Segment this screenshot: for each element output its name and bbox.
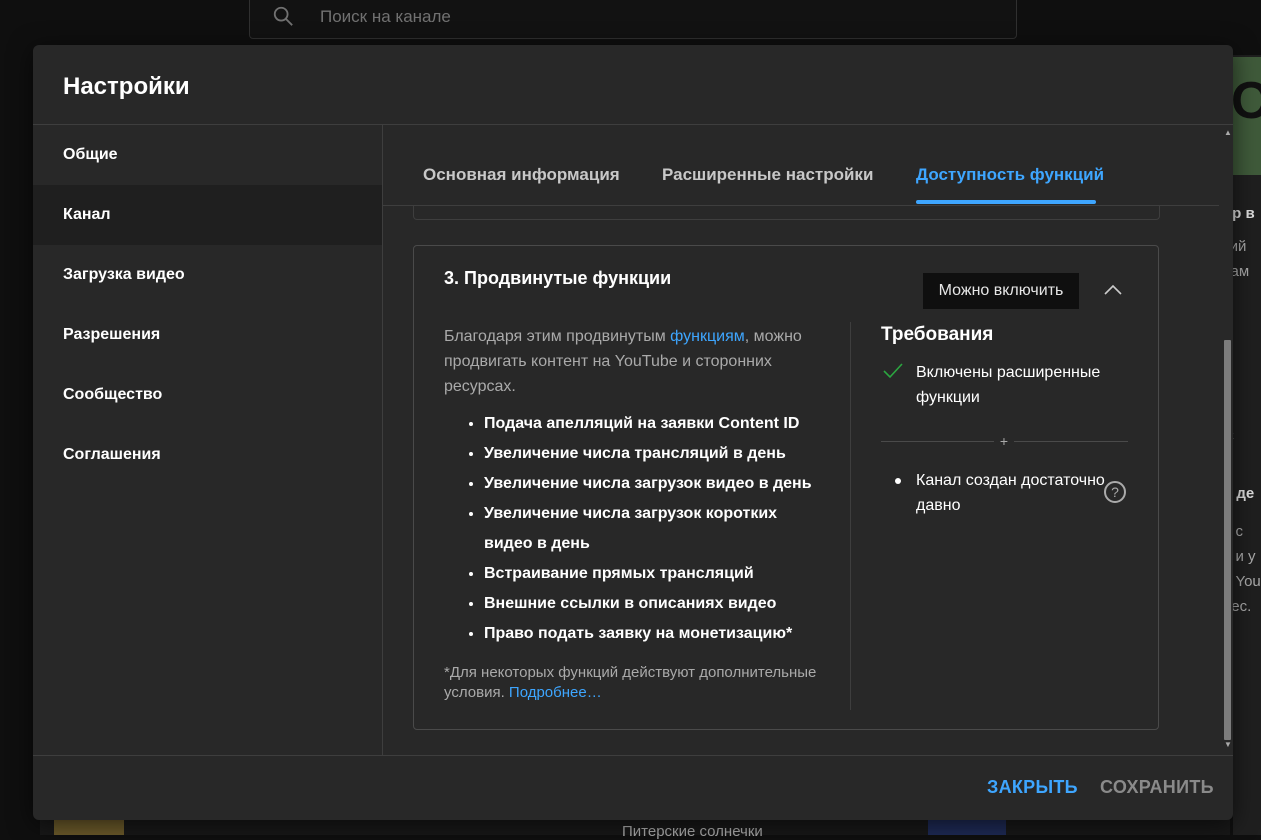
column-divider bbox=[850, 322, 851, 710]
plus-icon: + bbox=[994, 430, 1014, 452]
features-description: Благодаря этим продвинутым функциям, мож… bbox=[444, 324, 824, 703]
list-item: Подача апелляций на заявки Content ID bbox=[484, 409, 824, 439]
sidebar-item-permissions[interactable]: Разрешения bbox=[33, 305, 382, 365]
background-thumbnail bbox=[54, 818, 124, 835]
list-item: Встраивание прямых трансляций bbox=[484, 559, 824, 589]
card-title: 3. Продвинутые функции bbox=[444, 268, 672, 288]
dialog-title: Настройки bbox=[63, 73, 190, 100]
status-badge: Можно включить bbox=[923, 273, 1079, 309]
background-text: н You bbox=[1233, 573, 1261, 590]
features-link[interactable]: функциям bbox=[670, 328, 745, 345]
list-item: Увеличение числа трансляций в день bbox=[484, 439, 824, 469]
background-text: а и у bbox=[1233, 548, 1256, 565]
requirements-panel: Требования Включены расширенные функции … bbox=[881, 324, 1131, 518]
sidebar-item-agreements[interactable]: Соглашения bbox=[33, 425, 382, 485]
background-thumbnail bbox=[928, 818, 1006, 835]
channel-search-box[interactable]: Поиск на канале bbox=[249, 0, 1017, 39]
background-text: р де bbox=[1233, 485, 1255, 502]
scroll-down-arrow-icon[interactable]: ▼ bbox=[1224, 740, 1232, 749]
sidebar-item-channel[interactable]: Канал bbox=[33, 185, 382, 245]
requirement-label: Канал создан достаточно давно bbox=[916, 472, 1105, 514]
help-icon[interactable]: ? bbox=[1104, 481, 1126, 503]
sidebar-item-general[interactable]: Общие bbox=[33, 125, 382, 185]
search-icon bbox=[273, 6, 293, 26]
learn-more-link[interactable]: Подробнее… bbox=[509, 684, 602, 701]
scrollbar[interactable]: ▲ ▼ bbox=[1223, 125, 1233, 755]
tab-basic-info[interactable]: Основная информация bbox=[423, 165, 620, 185]
footnote: *Для некоторых функций действуют дополни… bbox=[444, 663, 824, 703]
requirement-pending: Канал создан достаточно давно ? bbox=[881, 468, 1131, 518]
advanced-features-card: 3. Продвинутые функции Можно включить Бл… bbox=[413, 245, 1159, 730]
footer-divider bbox=[33, 755, 1233, 756]
footnote-text: *Для некоторых функций действуют дополни… bbox=[444, 664, 817, 701]
requirements-separator: + bbox=[881, 430, 1131, 452]
background-side-content: O ор в кий сам С р де о с а и у н You не… bbox=[1233, 55, 1261, 835]
settings-sidebar: Общие Канал Загрузка видео Разрешения Со… bbox=[33, 125, 383, 755]
background-text: кий bbox=[1233, 238, 1247, 255]
settings-main: Основная информация Расширенные настройк… bbox=[383, 125, 1233, 755]
list-item: Увеличение числа загрузок видео в день bbox=[484, 469, 824, 499]
sidebar-item-upload-defaults[interactable]: Загрузка видео bbox=[33, 245, 382, 305]
scrollbar-thumb[interactable] bbox=[1224, 340, 1231, 740]
background-text: о с bbox=[1233, 523, 1244, 540]
search-placeholder: Поиск на канале bbox=[320, 7, 451, 26]
background-video-title: Питерские солнечки bbox=[622, 823, 763, 840]
previous-section-card bbox=[413, 206, 1160, 220]
requirement-label: Включены расширенные функции bbox=[916, 364, 1101, 406]
background-text: сам bbox=[1233, 263, 1250, 280]
scroll-up-arrow-icon[interactable]: ▲ bbox=[1224, 128, 1232, 137]
active-tab-indicator bbox=[916, 200, 1096, 204]
requirement-met: Включены расширенные функции bbox=[881, 360, 1131, 410]
intro-text: Благодаря этим продвинутым функциям, мож… bbox=[444, 324, 824, 399]
tab-bar: Основная информация Расширенные настройк… bbox=[383, 125, 1219, 206]
tab-feature-eligibility[interactable]: Доступность функций bbox=[916, 165, 1104, 185]
background-text: нес. bbox=[1233, 598, 1252, 615]
chevron-up-icon[interactable] bbox=[1102, 279, 1124, 301]
list-item: Увеличение числа загрузок коротких видео… bbox=[484, 499, 824, 559]
background-text: ор в bbox=[1233, 205, 1255, 222]
list-item: Право подать заявку на монетизацию* bbox=[484, 619, 824, 649]
tab-advanced-settings[interactable]: Расширенные настройки bbox=[662, 165, 873, 185]
intro-text-start: Благодаря этим продвинутым bbox=[444, 328, 671, 345]
background-thumbnail: O bbox=[1233, 57, 1261, 175]
settings-dialog: Настройки Общие Канал Загрузка видео Раз… bbox=[33, 45, 1233, 820]
feature-list: Подача апелляций на заявки Content ID Ув… bbox=[444, 409, 824, 649]
bullet-icon bbox=[895, 478, 901, 484]
background-text: С bbox=[1233, 428, 1234, 445]
sidebar-item-community[interactable]: Сообщество bbox=[33, 365, 382, 425]
close-button[interactable]: ЗАКРЫТЬ bbox=[987, 777, 1078, 798]
requirements-title: Требования bbox=[881, 324, 994, 345]
check-icon bbox=[883, 363, 903, 379]
list-item: Внешние ссылки в описаниях видео bbox=[484, 589, 824, 619]
background-bottom-strip: Питерские солнечки bbox=[40, 818, 1230, 840]
save-button[interactable]: СОХРАНИТЬ bbox=[1100, 777, 1214, 798]
